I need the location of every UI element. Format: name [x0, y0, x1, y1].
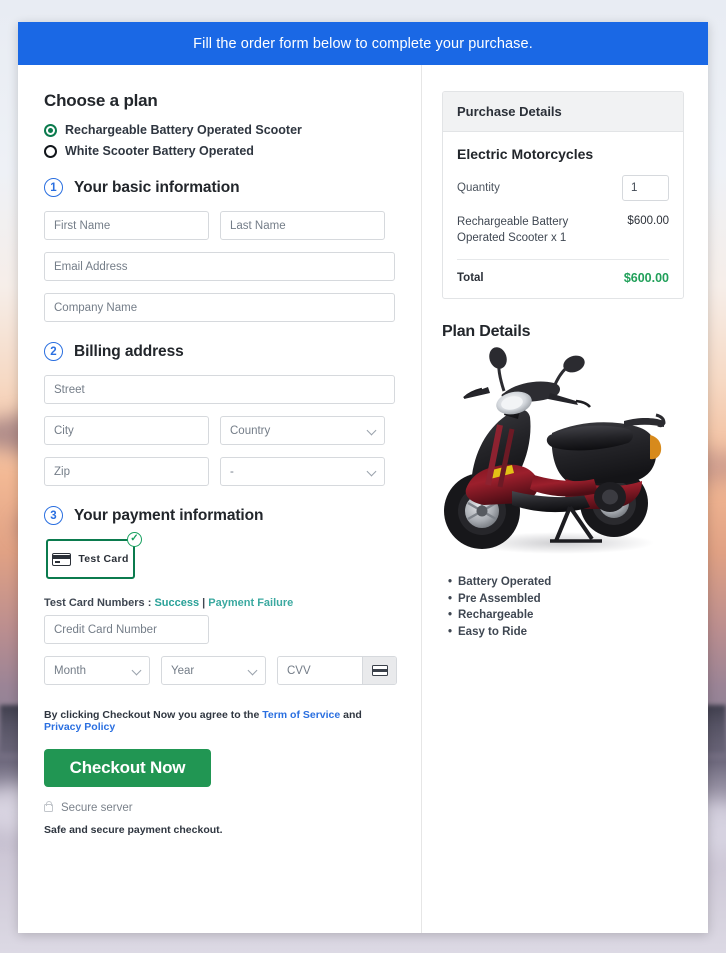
email-input[interactable] — [44, 252, 395, 281]
state-select[interactable] — [220, 457, 385, 486]
link-separator: | — [199, 597, 209, 609]
secure-server-row: Secure server — [44, 800, 395, 814]
list-item: Rechargeable — [448, 607, 684, 624]
safe-checkout-note: Safe and secure payment checkout. — [44, 824, 223, 836]
test-card-method-button[interactable]: Test Card ✓ — [46, 532, 142, 579]
lock-icon — [44, 800, 53, 812]
step-title: Your basic information — [74, 178, 240, 196]
plan-details-title: Plan Details — [442, 323, 531, 341]
list-item: Pre Assembled — [448, 591, 684, 608]
step-title: Billing address — [74, 342, 184, 360]
email-field-row — [44, 252, 395, 281]
country-select[interactable] — [220, 416, 385, 445]
step-payment-information-header: 3 Your payment information — [44, 506, 395, 525]
total-label: Total — [457, 272, 484, 285]
order-form-column: Choose a plan Rechargeable Battery Opera… — [18, 65, 422, 933]
terms-prefix: By clicking Checkout Now you agree to th… — [44, 709, 263, 721]
success-test-card-link[interactable]: Success — [154, 597, 199, 609]
company-field-row — [44, 293, 395, 322]
purchase-details-body: Electric Motorcycles Quantity Rechargeab… — [443, 132, 683, 298]
step-title: Your payment information — [74, 506, 264, 524]
radio-selected-icon[interactable] — [44, 123, 57, 137]
list-item: Easy to Ride — [448, 624, 684, 641]
credit-card-icon — [52, 552, 72, 566]
plan-feature-list: Battery Operated Pre Assembled Rechargea… — [442, 574, 684, 640]
step-number-badge: 3 — [44, 506, 63, 525]
month-select-wrapper[interactable] — [44, 656, 150, 685]
credit-card-icon — [371, 665, 388, 676]
month-select[interactable] — [44, 656, 150, 685]
check-circle-icon: ✓ — [127, 532, 142, 547]
test-card-numbers-row: Test Card Numbers : Success | Payment Fa… — [44, 597, 395, 609]
list-item: Battery Operated — [448, 574, 684, 591]
plan-option-rechargeable-scooter[interactable]: Rechargeable Battery Operated Scooter — [44, 123, 395, 137]
plan-option-label: White Scooter Battery Operated — [65, 144, 254, 158]
expiry-cvv-field-row — [44, 656, 397, 685]
terms-agreement-text: By clicking Checkout Now you agree to th… — [44, 709, 395, 733]
cvv-help-button[interactable] — [362, 657, 396, 684]
scooter-product-image — [442, 347, 684, 562]
choose-plan-heading: Choose a plan — [44, 91, 158, 110]
test-card-label: Test Card — [78, 553, 129, 565]
payment-failure-test-card-link[interactable]: Payment Failure — [208, 597, 293, 609]
year-select[interactable] — [161, 656, 266, 685]
step-number-badge: 1 — [44, 178, 63, 197]
zip-input[interactable] — [44, 457, 209, 486]
purchase-details-title: Purchase Details — [443, 92, 683, 132]
city-input[interactable] — [44, 416, 209, 445]
cvv-group — [277, 656, 397, 685]
street-input[interactable] — [44, 375, 395, 404]
credit-card-number-input[interactable] — [44, 615, 209, 644]
plan-option-white-scooter[interactable]: White Scooter Battery Operated — [44, 144, 395, 158]
card-number-field-row — [44, 615, 395, 644]
quantity-input[interactable] — [622, 175, 669, 201]
checkout-now-button[interactable]: Checkout Now — [44, 749, 211, 787]
step-basic-information-header: 1 Your basic information — [44, 178, 395, 197]
last-name-input[interactable] — [220, 211, 385, 240]
term-of-service-link[interactable]: Term of Service — [262, 709, 340, 721]
cvv-input[interactable] — [278, 657, 362, 684]
secure-server-label: Secure server — [61, 802, 133, 814]
product-name: Electric Motorcycles — [457, 146, 594, 162]
company-name-input[interactable] — [44, 293, 395, 322]
name-field-row — [44, 211, 395, 240]
privacy-policy-link[interactable]: Privacy Policy — [44, 721, 115, 733]
card-body: Choose a plan Rechargeable Battery Opera… — [18, 65, 708, 933]
summary-column: Purchase Details Electric Motorcycles Qu… — [422, 65, 708, 933]
total-value: $600.00 — [623, 271, 669, 286]
first-name-input[interactable] — [44, 211, 209, 240]
quantity-row: Quantity — [457, 175, 669, 201]
plan-option-label: Rechargeable Battery Operated Scooter — [65, 123, 302, 137]
country-select-wrapper[interactable] — [220, 416, 385, 445]
street-field-row — [44, 375, 395, 404]
state-select-wrapper[interactable] — [220, 457, 385, 486]
instruction-banner: Fill the order form below to complete yo… — [18, 22, 708, 65]
line-item-row: Rechargeable Battery Operated Scooter x … — [457, 215, 669, 261]
test-card-numbers-label: Test Card Numbers : — [44, 597, 155, 609]
terms-middle: and — [340, 709, 362, 721]
zip-state-field-row — [44, 457, 395, 486]
checkout-card: Fill the order form below to complete yo… — [18, 22, 708, 933]
total-row: Total $600.00 — [457, 260, 669, 285]
quantity-label: Quantity — [457, 182, 500, 194]
step-billing-address-header: 2 Billing address — [44, 342, 395, 361]
radio-unselected-icon[interactable] — [44, 144, 57, 158]
purchase-details-panel: Purchase Details Electric Motorcycles Qu… — [442, 91, 684, 300]
line-item-name: Rechargeable Battery Operated Scooter x … — [457, 216, 569, 244]
city-country-field-row — [44, 416, 395, 445]
year-select-wrapper[interactable] — [161, 656, 266, 685]
line-item-price: $600.00 — [627, 215, 669, 227]
step-number-badge: 2 — [44, 342, 63, 361]
